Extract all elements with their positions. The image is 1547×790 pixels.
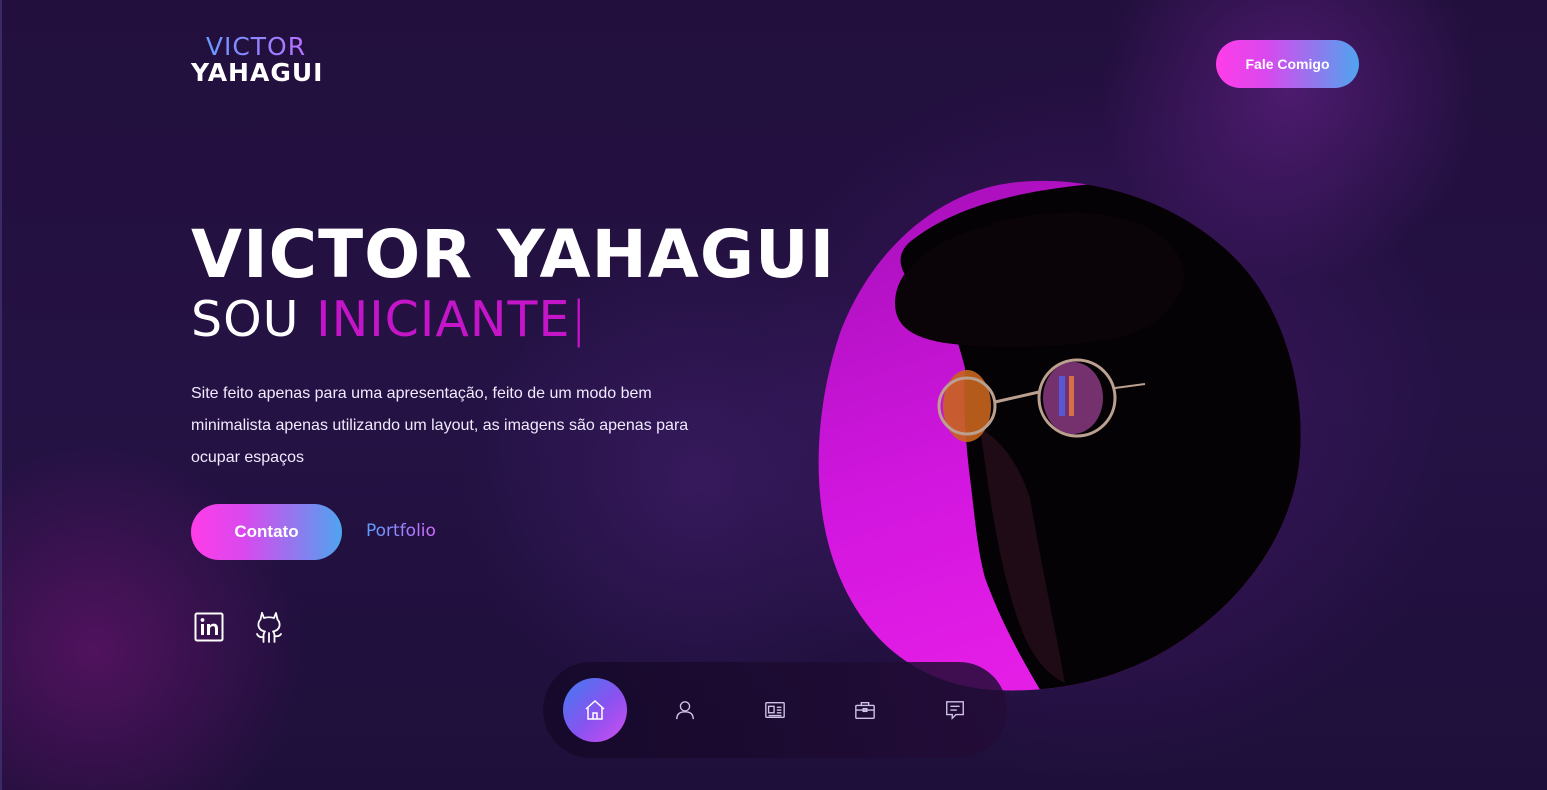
hero-title: VICTOR YAHAGUI bbox=[191, 216, 836, 293]
logo-last-name: YAHAGUI bbox=[191, 58, 324, 88]
github-icon[interactable] bbox=[252, 610, 286, 644]
hero-subtitle: SOU INICIANTE| bbox=[191, 294, 588, 345]
nav-about[interactable] bbox=[653, 678, 717, 742]
user-icon bbox=[676, 701, 694, 720]
typing-cursor: | bbox=[570, 291, 588, 348]
left-border-line bbox=[0, 0, 2, 790]
fale-comigo-button[interactable]: Fale Comigo bbox=[1216, 40, 1359, 88]
hero-subtitle-static: SOU bbox=[191, 291, 317, 348]
nav-portfolio[interactable] bbox=[833, 678, 897, 742]
nav-contact[interactable] bbox=[923, 678, 987, 742]
portfolio-link[interactable]: Portfolio bbox=[366, 521, 436, 541]
contato-button[interactable]: Contato bbox=[191, 504, 342, 560]
nav-home[interactable] bbox=[563, 678, 627, 742]
message-icon bbox=[946, 701, 964, 720]
home-icon bbox=[585, 699, 605, 720]
bottom-nav bbox=[543, 662, 1007, 758]
logo[interactable]: VICTOR YAHAGUI bbox=[191, 33, 331, 88]
logo-first-name: VICTOR bbox=[191, 33, 321, 60]
hero-subtitle-typed: INICIANTE bbox=[316, 291, 571, 348]
nav-resume[interactable] bbox=[743, 678, 807, 742]
hero-description: Site feito apenas para uma apresentação,… bbox=[191, 385, 689, 466]
briefcase-icon bbox=[855, 701, 875, 719]
profile-photo bbox=[815, 178, 1305, 698]
resume-icon bbox=[765, 701, 785, 719]
linkedin-icon[interactable] bbox=[192, 610, 226, 644]
